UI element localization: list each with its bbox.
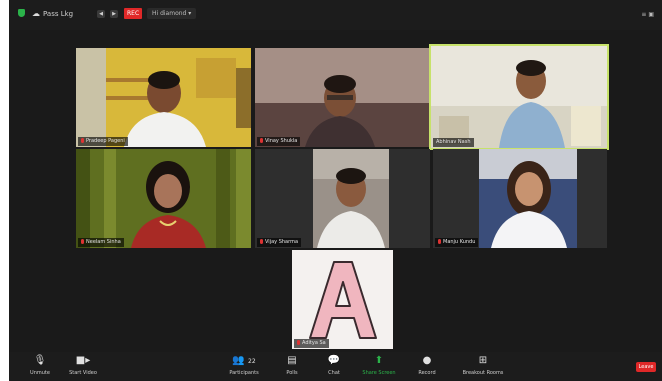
participant-name-label: Manju Kundu bbox=[435, 238, 479, 247]
muted-mic-icon bbox=[297, 340, 300, 345]
back-arrow-icon[interactable]: ◀ bbox=[97, 10, 105, 18]
muted-mic-icon bbox=[438, 239, 441, 244]
participants-icon: 👥 22 bbox=[232, 355, 256, 366]
record-icon: ● bbox=[422, 355, 432, 366]
polls-button[interactable]: ▤ Polls bbox=[277, 355, 307, 376]
letter-a-graphic bbox=[292, 250, 393, 349]
participant-video-tile[interactable]: Vijay Sharma bbox=[255, 149, 430, 248]
share-screen-icon: ⬆ bbox=[374, 355, 384, 366]
muted-mic-icon bbox=[81, 239, 84, 244]
poll-icon: ▤ bbox=[287, 355, 297, 366]
video-camera-icon: ■▸ bbox=[75, 355, 91, 366]
participant-name-label: Pradeep Pageni bbox=[78, 137, 128, 146]
video-feed-image bbox=[431, 46, 607, 148]
speaker-dropdown[interactable]: Hi diamond ▾ bbox=[147, 8, 197, 19]
participant-video-tile[interactable]: Pradeep Pageni bbox=[76, 48, 251, 147]
video-feed-image bbox=[433, 149, 607, 248]
muted-mic-icon bbox=[260, 239, 263, 244]
security-shield-icon[interactable] bbox=[18, 9, 25, 17]
video-feed-image bbox=[76, 149, 251, 248]
muted-mic-icon bbox=[260, 138, 263, 143]
video-feed-image bbox=[255, 149, 430, 248]
chat-button[interactable]: 💬 Chat bbox=[319, 355, 349, 376]
top-bar: ☁ Pass Lkg ◀ ▶ REC Hi diamond ▾ ≡ ▣ bbox=[9, 0, 662, 30]
muted-mic-icon bbox=[81, 138, 84, 143]
zoom-window: ☁ Pass Lkg ◀ ▶ REC Hi diamond ▾ ≡ ▣ Prad… bbox=[9, 0, 662, 381]
share-screen-button[interactable]: ⬆ Share Screen bbox=[359, 355, 399, 376]
view-toggle-button[interactable]: ≡ ▣ bbox=[641, 10, 654, 20]
participant-video-tile[interactable]: Manju Kundu bbox=[433, 149, 607, 248]
participant-name-label: Neelam Sinha bbox=[78, 238, 124, 247]
participants-button[interactable]: 👥 22 Participants bbox=[219, 355, 269, 376]
microphone-icon: 🎙 bbox=[33, 355, 47, 366]
start-video-button[interactable]: ■▸ Start Video bbox=[63, 355, 103, 376]
participant-name-label: Vijay Sharma bbox=[257, 238, 302, 247]
chat-icon: 💬 bbox=[327, 355, 341, 366]
participant-video-tile[interactable]: Vinay Shukla bbox=[255, 48, 430, 147]
active-speaker-tile[interactable]: Abhinav Nash bbox=[429, 44, 609, 150]
video-feed-image bbox=[255, 48, 430, 147]
record-button[interactable]: ● Record bbox=[409, 355, 445, 376]
participant-video-tile[interactable]: Aditya Sa bbox=[292, 250, 393, 349]
leave-button[interactable]: Leave bbox=[636, 362, 656, 372]
participant-name-label: Aditya Sa bbox=[294, 339, 329, 348]
breakout-rooms-button[interactable]: ⊞ Breakout Rooms bbox=[451, 355, 515, 376]
meeting-toolbar: 🎙 Unmute ■▸ Start Video 👥 22 Participant… bbox=[9, 352, 662, 381]
participant-name-label: Vinay Shukla bbox=[257, 137, 301, 146]
participant-video-tile[interactable]: Neelam Sinha bbox=[76, 149, 251, 248]
unmute-button[interactable]: 🎙 Unmute bbox=[23, 355, 57, 376]
video-feed-image bbox=[76, 48, 251, 147]
breakout-rooms-icon: ⊞ bbox=[478, 355, 488, 366]
cloud-icon: ☁ bbox=[32, 9, 40, 18]
participant-name-label: Abhinav Nash bbox=[433, 138, 474, 147]
recording-badge[interactable]: REC bbox=[124, 8, 143, 19]
view-label: Pass Lkg bbox=[43, 10, 74, 18]
forward-arrow-icon[interactable]: ▶ bbox=[110, 10, 118, 18]
